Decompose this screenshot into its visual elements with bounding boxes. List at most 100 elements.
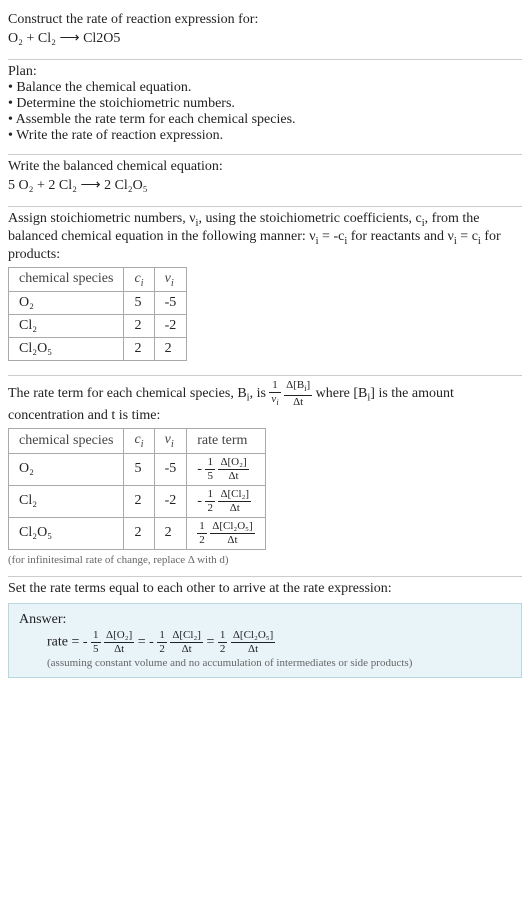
denominator: νi [269,393,280,407]
text: , is [250,386,270,401]
cell-nu: -5 [154,453,187,485]
plan-item: • Assemble the rate term for each chemic… [8,112,522,128]
cell-species: Cl₂ [9,485,124,517]
th-species: chemical species [9,267,124,292]
cell-c: 2 [124,517,154,549]
plan-item-text: Balance the chemical equation. [16,80,191,95]
text: = -c [319,229,345,244]
sign: - [149,634,154,649]
rate-expression: rate = - 15 Δ[O₂]Δt = - 12 Δ[Cl₂]Δt = 12… [19,630,511,655]
table-row: Cl₂O₅ 2 2 12 Δ[Cl₂O₅]Δt [9,517,266,549]
table-row: O₂ 5 -5 [9,292,187,315]
fraction: 1νi [269,380,280,407]
denominator: 5 [205,470,215,482]
cell-c: 5 [124,292,154,315]
rateterm-table: chemical species ci νi rate term O₂ 5 -5… [8,428,266,550]
final-title: Set the rate terms equal to each other t… [8,581,522,597]
numerator: 1 [205,457,215,470]
cell-species: O₂ [9,292,124,315]
rateterm-intro: The rate term for each chemical species,… [8,380,522,423]
fraction: Δ[Cl₂O₅]Δt [231,630,275,655]
th-c: ci [124,267,154,292]
balanced-equation: 5 O₂ + 2 Cl₂ ⟶ 2 Cl₂O₅ [8,177,522,194]
plan-item: • Balance the chemical equation. [8,80,522,96]
denominator: Δt [104,643,134,655]
numerator: Δ[O₂] [218,457,248,470]
table-row: O₂ 5 -5 - 15 Δ[O₂]Δt [9,453,266,485]
text: Assign stoichiometric numbers, ν [8,211,196,226]
denominator: 2 [218,643,228,655]
numerator: Δ[Cl₂O₅] [231,630,275,643]
fraction: 12 [197,521,207,546]
text: The rate term for each chemical species,… [8,386,247,401]
table-row: Cl₂ 2 -2 [9,315,187,338]
numerator: 1 [197,521,207,534]
rateterm-note: (for infinitesimal rate of change, repla… [8,554,522,566]
denominator: 2 [205,502,215,514]
cell-species: Cl₂ [9,315,124,338]
denominator: 5 [91,643,101,655]
answer-box: Answer: rate = - 15 Δ[O₂]Δt = - 12 Δ[Cl₂… [8,603,522,678]
denominator: Δt [210,534,254,546]
plan-item-text: Determine the stoichiometric numbers. [16,96,235,111]
numerator: 1 [218,630,228,643]
numerator: Δ[Cl₂] [218,489,251,502]
text: where [B [316,386,368,401]
sign: - [197,493,202,508]
cell-nu: -5 [154,292,187,315]
prompt-text: Construct the rate of reaction expressio… [8,12,522,28]
table-header-row: chemical species ci νi rate term [9,428,266,453]
stoich-table: chemical species ci νi O₂ 5 -5 Cl₂ 2 -2 … [8,267,187,362]
rateterm-section: The rate term for each chemical species,… [8,376,522,575]
text: = c [457,229,478,244]
table-header-row: chemical species ci νi [9,267,187,292]
cell-species: Cl₂O₅ [9,338,124,361]
plan-item-text: Write the rate of reaction expression. [16,128,223,143]
numerator: Δ[Cl₂O₅] [210,521,254,534]
th-rateterm: rate term [187,428,265,453]
numerator: Δ[Cl₂] [170,630,203,643]
prompt-section: Construct the rate of reaction expressio… [8,8,522,59]
denominator: Δt [218,470,248,482]
cell-rateterm: - 15 Δ[O₂]Δt [187,453,265,485]
numerator: 1 [269,380,280,393]
fraction: Δ[Cl₂]Δt [170,630,203,655]
rate-label: rate = [47,634,83,649]
cell-rateterm: - 12 Δ[Cl₂]Δt [187,485,265,517]
fraction: Δ[Cl₂O₅]Δt [210,521,254,546]
plan-item-text: Assemble the rate term for each chemical… [16,112,296,127]
cell-nu: 2 [154,517,187,549]
plan-item: • Write the rate of reaction expression. [8,128,522,144]
th-nu: νi [154,267,187,292]
th-nu: νi [154,428,187,453]
unbalanced-equation: O₂ + Cl₂ ⟶ Cl2O5 [8,30,522,47]
denominator: Δt [284,396,312,408]
plan-section: Plan: • Balance the chemical equation. •… [8,60,522,154]
cell-nu: 2 [154,338,187,361]
fraction: 15 [205,457,215,482]
text: for reactants and ν [347,229,454,244]
th-species: chemical species [9,428,124,453]
denominator: Δt [218,502,251,514]
fraction: Δ[O₂]Δt [104,630,134,655]
cell-c: 5 [124,453,154,485]
cell-c: 2 [124,315,154,338]
denominator: Δt [231,643,275,655]
balance-title: Write the balanced chemical equation: [8,159,522,175]
cell-nu: -2 [154,315,187,338]
assumption-note: (assuming constant volume and no accumul… [19,657,511,669]
stoich-section: Assign stoichiometric numbers, νi, using… [8,207,522,375]
numerator: 1 [157,630,167,643]
cell-species: O₂ [9,453,124,485]
balance-section: Write the balanced chemical equation: 5 … [8,155,522,206]
numerator: 1 [91,630,101,643]
th-c: ci [124,428,154,453]
cell-c: 2 [124,338,154,361]
plan-item: • Determine the stoichiometric numbers. [8,96,522,112]
sign: - [197,461,202,476]
cell-nu: -2 [154,485,187,517]
fraction: Δ[Bi]Δt [284,380,312,407]
equals: = [206,634,217,649]
fraction: 12 [157,630,167,655]
fraction: 12 [218,630,228,655]
